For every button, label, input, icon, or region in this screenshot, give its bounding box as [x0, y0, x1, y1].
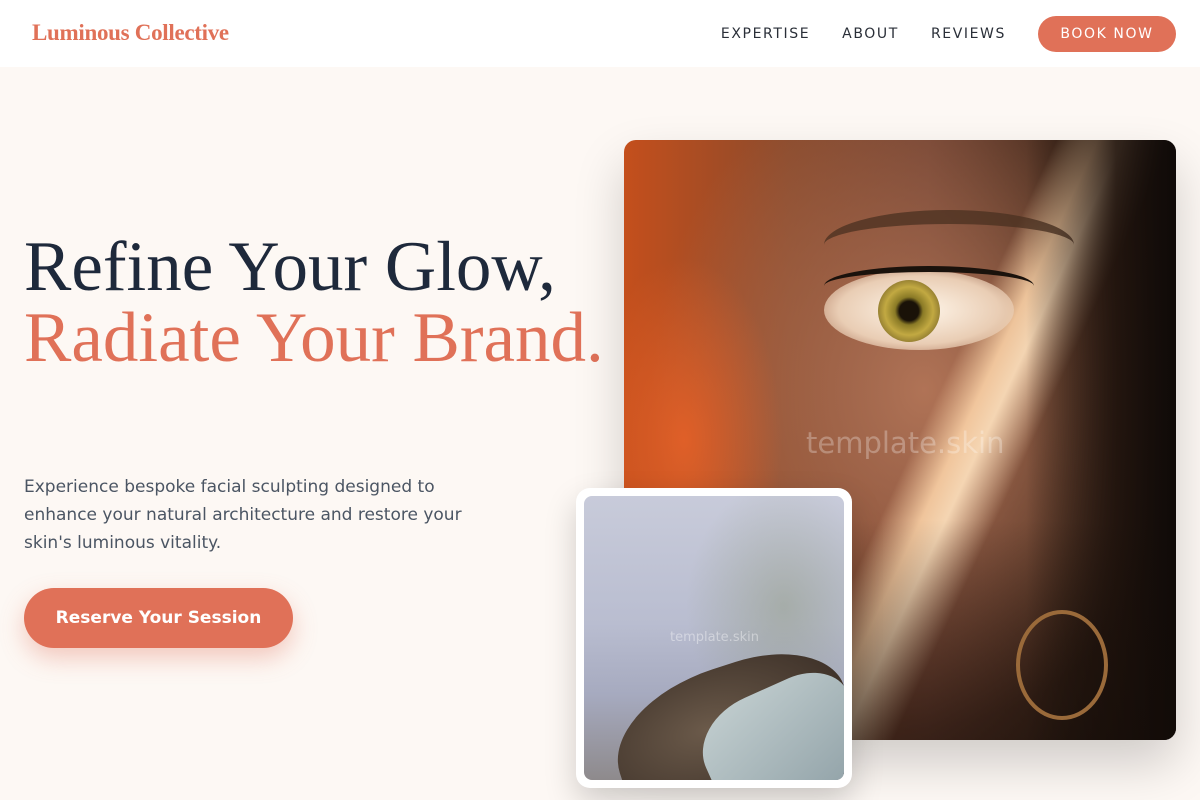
main-nav: EXPERTISE ABOUT REVIEWS BOOK NOW	[721, 16, 1176, 52]
inset-treatment-image: template.skin	[584, 496, 844, 780]
reserve-session-button[interactable]: Reserve Your Session	[24, 588, 293, 648]
inset-watermark: template.skin	[670, 630, 759, 645]
hero-title: Refine Your Glow, Radiate Your Brand.	[24, 232, 604, 374]
nav-link-about[interactable]: ABOUT	[842, 16, 899, 52]
hero-description: Experience bespoke facial sculpting desi…	[24, 477, 462, 553]
inset-image-card: template.skin	[576, 488, 852, 788]
image-watermark: template.skin	[806, 426, 1005, 460]
hero-title-accent: Radiate Your Brand.	[24, 299, 604, 377]
eyelash-shape	[824, 266, 1034, 306]
hero-title-line1: Refine Your Glow,	[24, 228, 556, 306]
site-header: Luminous Collective EXPERTISE ABOUT REVI…	[0, 0, 1200, 67]
book-now-button[interactable]: BOOK NOW	[1038, 16, 1176, 52]
earring-shape	[1016, 610, 1108, 720]
brand-logo[interactable]: Luminous Collective	[32, 20, 229, 46]
nav-link-expertise[interactable]: EXPERTISE	[721, 16, 810, 52]
nav-link-reviews[interactable]: REVIEWS	[931, 16, 1006, 52]
